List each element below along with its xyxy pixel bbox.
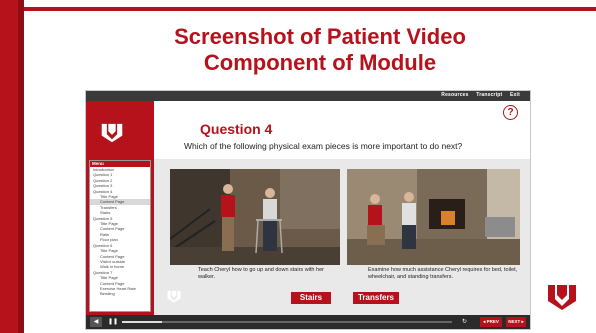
stairs-video-thumbnail[interactable]: [170, 169, 340, 265]
module-screenshot: Resources Transcript Exit ? Question 4 W…: [85, 90, 531, 330]
next-button[interactable]: NEXT ▸: [506, 317, 526, 327]
menu-list: Introduction Question 1 Question 2 Question…: [90, 167, 150, 297]
stairs-choice-button[interactable]: Stairs: [291, 292, 331, 304]
help-button[interactable]: ?: [503, 105, 518, 120]
player-controls-bar: ◀ ❚❚ ↻ ◂ PREV NEXT ▸: [86, 315, 530, 329]
module-menu: Menu Introduction Question 1 Question 2 Que…: [89, 160, 151, 312]
module-logo-icon: [101, 123, 123, 143]
resources-link[interactable]: Resources: [441, 92, 468, 98]
volume-icon[interactable]: ◀: [90, 317, 102, 327]
question-title: Question 4: [200, 121, 273, 137]
transfers-video-thumbnail[interactable]: [347, 169, 520, 265]
slide-title-line1: Screenshot of Patient Video: [174, 24, 466, 49]
exit-link[interactable]: Exit: [510, 92, 520, 98]
transfers-choice-button[interactable]: Transfers: [353, 292, 399, 304]
menu-item[interactable]: Bending: [90, 291, 150, 296]
module-top-bar: Resources Transcript Exit: [86, 91, 530, 101]
top-accent-line: [24, 7, 596, 11]
question-text: Which of the following physical exam pie…: [184, 141, 463, 151]
slide-title: Screenshot of Patient Video Component of…: [110, 24, 530, 76]
prev-button[interactable]: ◂ PREV: [480, 317, 502, 327]
replay-icon[interactable]: ↻: [462, 317, 470, 327]
transcript-link[interactable]: Transcript: [476, 92, 502, 98]
left-accent-bar-dark: [18, 0, 24, 333]
seek-bar[interactable]: [122, 321, 452, 323]
seek-bar-progress: [122, 321, 162, 323]
module-top-links: Resources Transcript Exit: [435, 92, 520, 98]
left-accent-bar: [0, 0, 18, 333]
slide-title-line2: Component of Module: [203, 50, 437, 75]
stairs-caption: Teach Cheryl how to go up and down stair…: [198, 267, 324, 280]
university-logo-icon: [548, 285, 576, 310]
transfers-caption: Examine how much assistance Cheryl requi…: [368, 267, 518, 280]
module-footer-logo-icon: [167, 290, 181, 303]
pause-icon[interactable]: ❚❚: [108, 317, 118, 327]
